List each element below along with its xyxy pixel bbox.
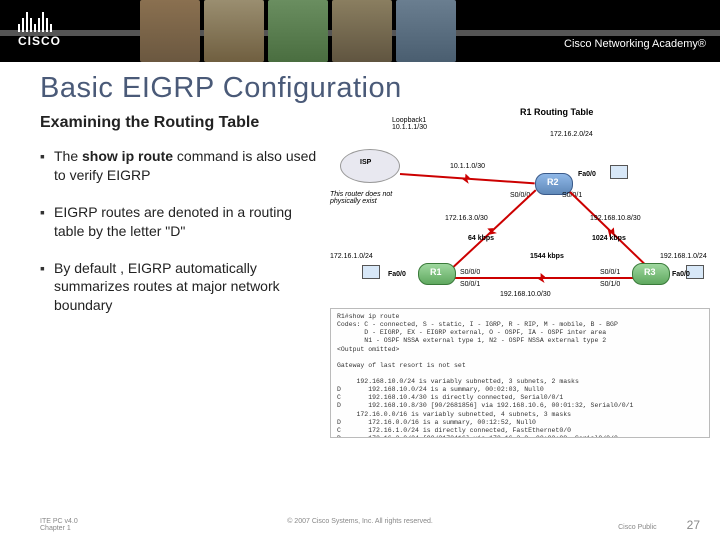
link-line: [447, 189, 536, 272]
cli-routes: 192.168.10.0/24 is variably subnetted, 3…: [337, 378, 633, 438]
bullet-text: The show ip route command is also used t…: [54, 147, 320, 185]
iface-label: Fa0/0: [388, 271, 406, 278]
cli-prompt: R1#show ip route: [337, 313, 399, 320]
slide-footer: ITE PC v4.0 Chapter 1 © 2007 Cisco Syste…: [0, 518, 720, 532]
bw-label: 1544 kbps: [530, 253, 564, 260]
cisco-logo-text: CISCO: [18, 34, 61, 48]
net-label: 172.16.1.0/24: [330, 253, 373, 260]
academy-label: Cisco Networking Academy®: [564, 38, 706, 50]
cisco-logo: CISCO: [18, 8, 61, 48]
r2-label: R2: [547, 177, 559, 187]
net-label: 172.16.3.0/30: [445, 215, 488, 222]
iface-label: Fa0/0: [672, 271, 690, 278]
bullet-item: ▪ The show ip route command is also used…: [40, 147, 320, 185]
cisco-bars-icon: [18, 8, 61, 32]
iface-label: S0/0/1: [460, 281, 480, 288]
net-label: 172.16.2.0/24: [550, 131, 593, 138]
header-faces: [140, 0, 456, 62]
net-label: 192.168.10.8/30: [590, 215, 641, 222]
r1-label: R1: [430, 267, 442, 277]
bullet-pre: The: [54, 148, 82, 164]
pc-icon: [362, 265, 380, 279]
bullet-text: EIGRP routes are denoted in a routing ta…: [54, 203, 320, 241]
bullet-text: By default , EIGRP automatically summari…: [54, 259, 320, 316]
bullet-mark-icon: ▪: [40, 259, 54, 316]
bullet-mark-icon: ▪: [40, 147, 54, 185]
iface-label: S0/0/1: [600, 269, 620, 276]
iface-label: S0/0/0: [460, 269, 480, 276]
slide-subtitle: Examining the Routing Table: [40, 113, 320, 133]
bullet-mark-icon: ▪: [40, 203, 54, 241]
link-line: [400, 173, 535, 184]
footer-left: ITE PC v4.0 Chapter 1: [40, 518, 78, 532]
bullet-bold: show ip route: [82, 148, 173, 164]
link-line: [569, 191, 653, 272]
diagram-title: R1 Routing Table: [520, 107, 593, 117]
net-label: 10.1.1.0/30: [450, 163, 485, 170]
loopback-label: Loopback1 10.1.1.1/30: [392, 117, 427, 131]
isp-note: This router does not physically exist: [330, 191, 392, 205]
isp-label: ISP: [360, 159, 371, 166]
cli-output: R1#show ip route Codes: C - connected, S…: [330, 308, 710, 438]
r3-label: R3: [644, 267, 656, 277]
network-diagram: R1 Routing Table Loopback1 10.1.1.1/30 1…: [330, 113, 710, 308]
bw-label: 1024 kbps: [592, 235, 626, 242]
cloud-icon: [340, 149, 400, 183]
iface-label: Fa0/0: [578, 171, 596, 178]
cli-codes: Codes: C - connected, S - static, I - IG…: [337, 321, 618, 369]
bw-label: 64 kbps: [468, 235, 494, 242]
net-label: 192.168.1.0/24: [660, 253, 707, 260]
footer-copyright: © 2007 Cisco Systems, Inc. All rights re…: [287, 518, 433, 525]
right-column: R1 Routing Table Loopback1 10.1.1.1/30 1…: [330, 113, 710, 438]
link-line: [450, 277, 640, 279]
slide-header: CISCO Cisco Networking Academy®: [0, 0, 720, 62]
pc-icon: [610, 165, 628, 179]
bullet-item: ▪ EIGRP routes are denoted in a routing …: [40, 203, 320, 241]
page-number: 27: [687, 518, 700, 532]
iface-label: S0/1/0: [600, 281, 620, 288]
bullet-item: ▪ By default , EIGRP automatically summa…: [40, 259, 320, 316]
slide-title: Basic EIGRP Configuration: [0, 62, 720, 105]
left-column: Examining the Routing Table ▪ The show i…: [40, 113, 320, 438]
footer-right: Cisco Public: [618, 524, 657, 531]
net-label: 192.168.10.0/30: [500, 291, 551, 298]
content-area: Examining the Routing Table ▪ The show i…: [0, 105, 720, 438]
